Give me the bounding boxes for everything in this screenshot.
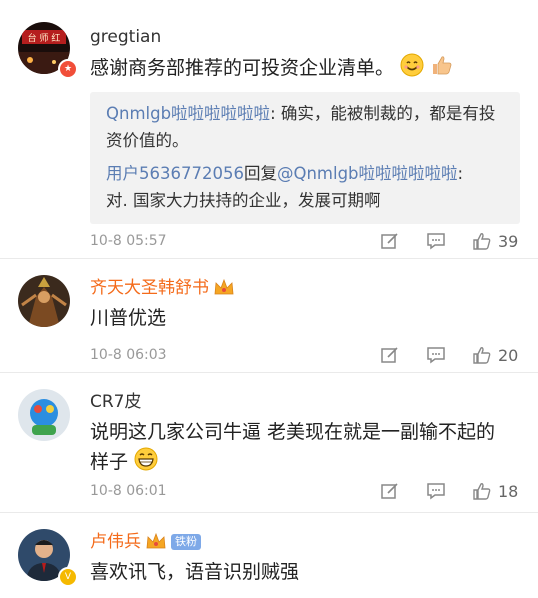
comment-username[interactable]: gregtian (90, 26, 161, 48)
comment-username[interactable]: CR7皮 (90, 391, 142, 413)
reply-text: 对. 国家大力扶持的企业，发展可期啊 (106, 191, 381, 210)
comment-meta: 10-8 06:03 20 (90, 343, 520, 367)
comment-text: 说明这几家公司牛逼 老美现在就是一副输不起的样子 (90, 417, 510, 477)
reply-username[interactable]: Qnmlgb啦啦啦啦啦啦 (106, 104, 270, 123)
reply-separator: : (270, 104, 281, 123)
comment-item: 台 师 红 ★ gregtian 感谢商务部推荐的可投资企业清单。 Qnmlgb… (0, 0, 538, 259)
comment-timestamp: 10-8 06:03 (90, 347, 167, 363)
verified-badge-icon: V (58, 567, 78, 587)
share-edit-icon (381, 233, 398, 249)
like-count: 20 (498, 345, 519, 365)
share-edit-icon (381, 483, 398, 499)
reply-separator: : (457, 164, 464, 183)
comment-text: 喜欢讯飞，语音识别贼强 (90, 561, 300, 583)
like-button[interactable]: 39 (472, 231, 520, 251)
comment-meta: 10-8 05:57 39 (90, 229, 520, 253)
vip-crown-icon (214, 278, 234, 295)
thumbs-up-icon (473, 233, 491, 250)
thumbs-up-icon (473, 347, 491, 364)
reply-line: 用户5636772056回复@Qnmlgb啦啦啦啦啦啦: 对. 国家大力扶持的企业… (106, 160, 504, 214)
comment-meta: 10-8 06:01 18 (90, 479, 520, 503)
comment-timestamp: 10-8 05:57 (90, 233, 167, 249)
comment-button[interactable] (426, 345, 446, 365)
fan-level-badge: 铁粉 (171, 534, 201, 550)
username-text: 卢伟兵 (90, 532, 141, 552)
thumbs-up-icon (473, 483, 491, 500)
like-count: 39 (498, 231, 519, 251)
like-count: 18 (498, 481, 519, 501)
comment-icon (427, 347, 445, 364)
comment-body: 感谢商务部推荐的可投资企业清单。 (90, 57, 395, 79)
comment-button[interactable] (426, 481, 446, 501)
comment-icon (427, 483, 445, 500)
comment-username[interactable]: 齐天大圣韩舒书 (90, 277, 235, 299)
grin-emoji-icon (134, 447, 158, 471)
smile-emoji-icon (400, 53, 424, 77)
avatar[interactable] (18, 389, 70, 441)
reply-target-username[interactable]: @Qnmlgb啦啦啦啦啦啦 (277, 164, 458, 183)
thumbs-up-emoji-icon (433, 56, 452, 75)
share-edit-icon (381, 347, 398, 363)
reply-keyword: 回复 (243, 164, 277, 183)
repost-button[interactable] (380, 481, 400, 501)
svg-text:台 师 红: 台 师 红 (28, 32, 61, 44)
vip-crown-icon (146, 532, 166, 549)
comment-button[interactable] (426, 231, 446, 251)
comment-username[interactable]: 卢伟兵 铁粉 (90, 531, 201, 553)
comment-item: V 卢伟兵 铁粉 喜欢讯飞，语音识别贼强 (0, 513, 538, 598)
username-text: 齐天大圣韩舒书 (90, 278, 209, 298)
comment-feed: 台 师 红 ★ gregtian 感谢商务部推荐的可投资企业清单。 Qnmlgb… (0, 0, 538, 595)
like-button[interactable]: 18 (472, 481, 520, 501)
comment-item: CR7皮 说明这几家公司牛逼 老美现在就是一副输不起的样子 10-8 06:01… (0, 373, 538, 513)
verified-badge-icon: ★ (58, 59, 78, 79)
reply-username[interactable]: 用户5636772056 (106, 164, 244, 183)
like-button[interactable]: 20 (472, 345, 520, 365)
repost-button[interactable] (380, 231, 400, 251)
reply-quote-box: Qnmlgb啦啦啦啦啦啦: 确实，能被制裁的，都是有投资价值的。 用户56367… (90, 92, 520, 224)
comment-icon (427, 233, 445, 250)
comment-text: 感谢商务部推荐的可投资企业清单。 (90, 53, 508, 83)
comment-text: 川普优选 (90, 307, 167, 329)
reply-line: Qnmlgb啦啦啦啦啦啦: 确实，能被制裁的，都是有投资价值的。 (106, 100, 504, 154)
avatar[interactable] (18, 275, 70, 327)
comment-timestamp: 10-8 06:01 (90, 483, 167, 499)
repost-button[interactable] (380, 345, 400, 365)
comment-item: 齐天大圣韩舒书 川普优选 10-8 06:03 20 (0, 259, 538, 373)
